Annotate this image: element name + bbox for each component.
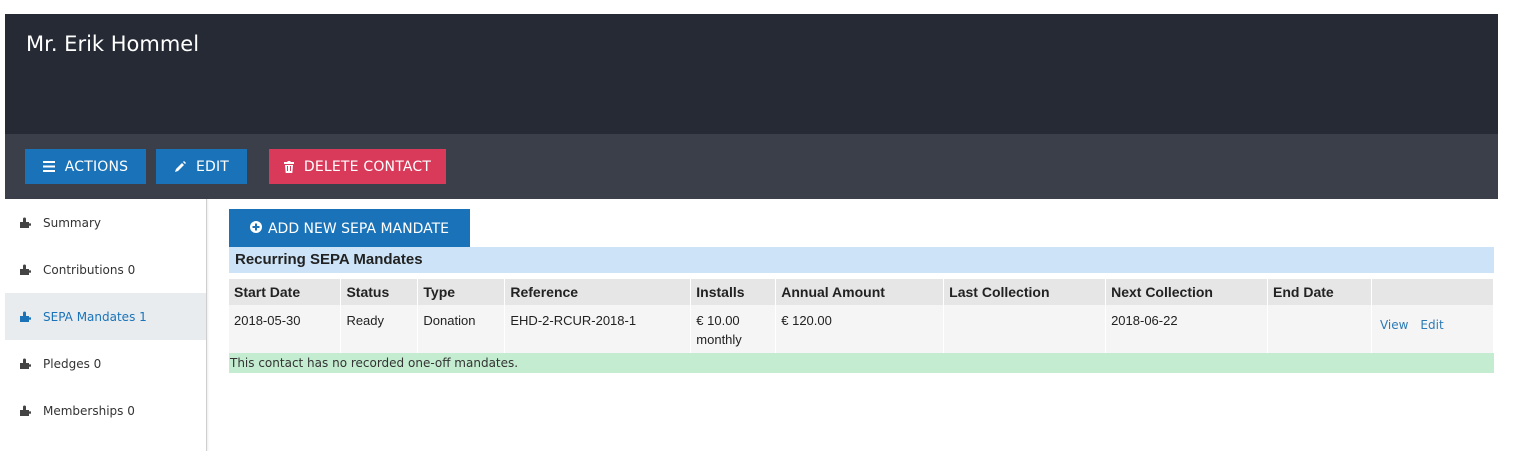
tab-contributions-label: Contributions 0 xyxy=(43,262,136,277)
tab-pledges-label: Pledges 0 xyxy=(43,356,102,371)
column-header xyxy=(1371,279,1495,305)
contact-tabs-sidebar: Summary Contributions 0 SEPA Mandates 1 … xyxy=(5,199,207,451)
installs-frequency: monthly xyxy=(696,332,742,347)
row-actions-cell: View Edit xyxy=(1371,305,1495,355)
delete-label: DELETE CONTACT xyxy=(303,158,432,175)
column-header[interactable]: Annual Amount xyxy=(775,279,945,305)
annual-amount-cell: € 120.00 xyxy=(775,305,945,355)
tab-summary[interactable]: Summary xyxy=(5,199,206,246)
actions-label: ACTIONS xyxy=(64,158,129,175)
column-header[interactable]: Last Collection xyxy=(943,279,1107,305)
delete-contact-button[interactable]: DELETE CONTACT xyxy=(269,149,446,184)
actions-button[interactable]: ACTIONS xyxy=(25,149,146,184)
add-new-sepa-mandate-label: ADD NEW SEPA MANDATE xyxy=(267,221,450,237)
table-header-row: Start Date Status Type Reference Install… xyxy=(229,279,1495,305)
table-row: 2018-05-30 Ready Donation EHD-2-RCUR-201… xyxy=(229,305,1495,355)
end-date-cell xyxy=(1267,305,1372,355)
puzzle-icon xyxy=(19,217,32,229)
column-header[interactable]: Start Date xyxy=(229,279,342,305)
status-cell: Ready xyxy=(340,305,419,355)
tab-summary-label: Summary xyxy=(43,215,101,230)
column-header[interactable]: Installs xyxy=(690,279,777,305)
edit-button[interactable]: EDIT xyxy=(156,149,247,184)
view-mandate-link[interactable]: View xyxy=(1380,318,1408,332)
recurring-mandates-table: Start Date Status Type Reference Install… xyxy=(229,279,1495,355)
column-header[interactable]: Reference xyxy=(504,279,692,305)
puzzle-icon xyxy=(19,405,32,417)
tab-memberships[interactable]: Memberships 0 xyxy=(5,387,206,434)
start-date-cell: 2018-05-30 xyxy=(229,305,342,355)
edit-label: EDIT xyxy=(195,158,230,175)
puzzle-icon xyxy=(19,358,32,370)
tab-pledges[interactable]: Pledges 0 xyxy=(5,340,206,387)
puzzle-icon xyxy=(19,264,32,276)
column-header[interactable]: Status xyxy=(340,279,419,305)
hamburger-icon xyxy=(42,161,55,172)
action-bar: ACTIONS EDIT DELETE CONTACT xyxy=(5,134,1498,199)
installs-cell: € 10.00 monthly xyxy=(690,305,777,355)
contact-name: Mr. Erik Hommel xyxy=(26,32,200,56)
add-new-sepa-mandate-button[interactable]: ADD NEW SEPA MANDATE xyxy=(229,209,470,249)
type-cell: Donation xyxy=(417,305,506,355)
reference-cell: EHD-2-RCUR-2018-1 xyxy=(504,305,692,355)
tab-sepa-mandates-label: SEPA Mandates 1 xyxy=(43,309,147,324)
last-collection-cell xyxy=(943,305,1107,355)
pencil-icon xyxy=(174,160,186,173)
next-collection-cell: 2018-06-22 xyxy=(1105,305,1268,355)
column-header[interactable]: Type xyxy=(417,279,506,305)
column-header[interactable]: End Date xyxy=(1267,279,1372,305)
tab-contributions[interactable]: Contributions 0 xyxy=(5,246,206,293)
tab-memberships-label: Memberships 0 xyxy=(43,403,135,418)
puzzle-icon xyxy=(19,311,32,323)
edit-mandate-link[interactable]: Edit xyxy=(1420,318,1443,332)
contact-page: Mr. Erik Hommel ACTIONS EDIT DELETE CONT… xyxy=(5,14,1498,451)
plus-circle-icon xyxy=(249,221,262,237)
recurring-mandates-heading: Recurring SEPA Mandates xyxy=(229,247,1494,273)
no-oneoff-mandates-notice: This contact has no recorded one-off man… xyxy=(229,353,1494,373)
tab-sepa-mandates[interactable]: SEPA Mandates 1 xyxy=(5,293,206,340)
column-header[interactable]: Next Collection xyxy=(1105,279,1268,305)
trash-icon xyxy=(283,160,294,173)
contact-header: Mr. Erik Hommel xyxy=(5,14,1498,134)
installs-amount: € 10.00 xyxy=(696,313,740,328)
